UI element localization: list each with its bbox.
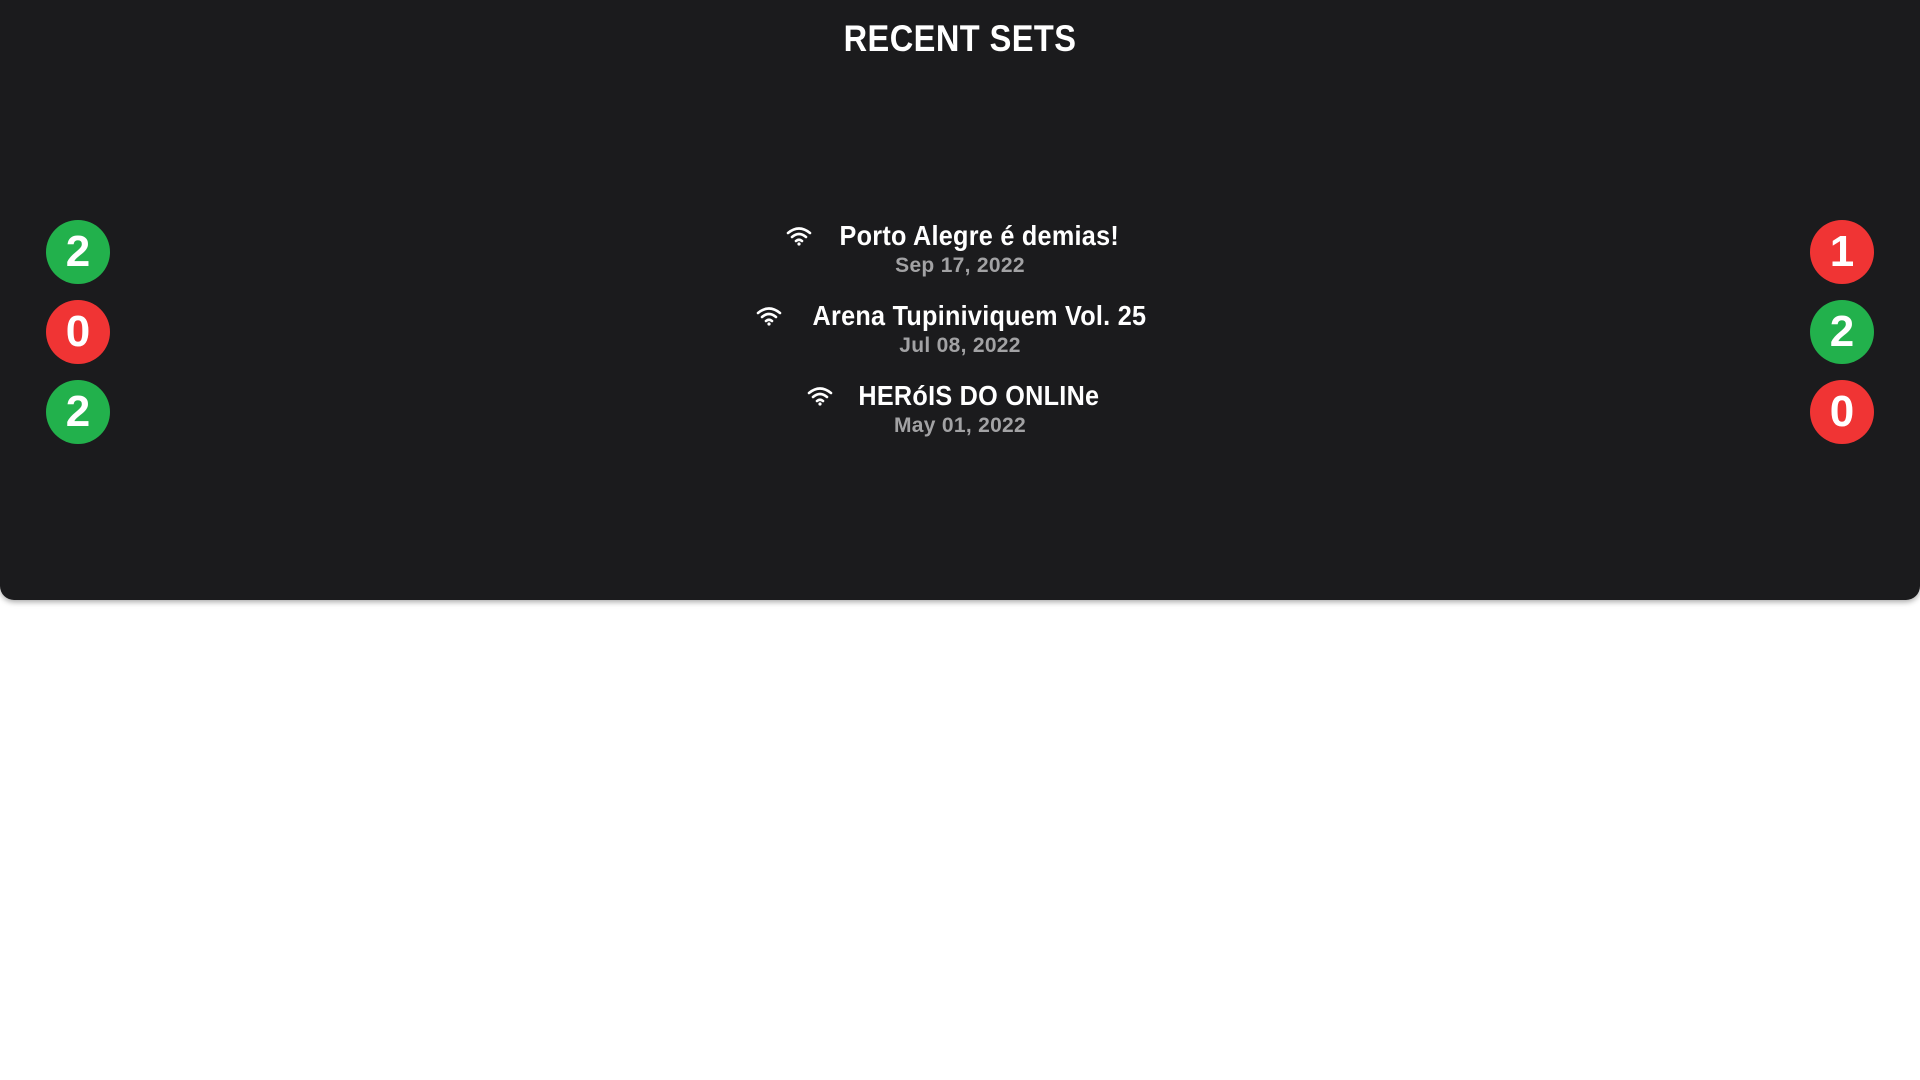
event-title-line[interactable]: Arena Tupiniviquem Vol. 25: [756, 300, 1165, 332]
set-row[interactable]: 2 Porto Alegre é demias! Sep 17, 2022 1: [0, 218, 1920, 298]
event-name: Arena Tupiniviquem Vol. 25: [812, 300, 1146, 331]
event-name: Porto Alegre é demias!: [839, 220, 1119, 251]
set-row[interactable]: 0 Arena Tupiniviquem Vol. 25 Jul 08, 202…: [0, 298, 1920, 378]
event-date: May 01, 2022: [893, 414, 1027, 437]
right-score-badge: 1: [1810, 220, 1874, 284]
event-title-line[interactable]: HERóIS DO ONLINe: [807, 380, 1113, 412]
event-info: HERóIS DO ONLINe May 01, 2022: [0, 380, 1920, 438]
wifi-icon: [756, 307, 781, 326]
wifi-icon: [786, 227, 812, 246]
right-score-badge: 2: [1810, 300, 1874, 364]
set-row[interactable]: 2 HERóIS DO ONLINe May 01, 2022 0: [0, 378, 1920, 458]
wifi-icon: [807, 387, 833, 406]
event-date: Sep 17, 2022: [895, 254, 1025, 277]
event-name: HERóIS DO ONLINe: [858, 380, 1100, 411]
panel-title: RECENT SETS: [843, 18, 1077, 59]
event-info: Arena Tupiniviquem Vol. 25 Jul 08, 2022: [0, 300, 1920, 358]
event-info: Porto Alegre é demias! Sep 17, 2022: [0, 220, 1920, 278]
right-score-badge: 0: [1810, 380, 1874, 444]
recent-sets-panel: RECENT SETS 2 Porto Alegre é demias! Sep…: [0, 0, 1920, 600]
sets-list: 2 Porto Alegre é demias! Sep 17, 2022 1 …: [0, 218, 1920, 458]
event-title-line[interactable]: Porto Alegre é demias!: [786, 220, 1135, 252]
event-date: Jul 08, 2022: [899, 334, 1021, 357]
